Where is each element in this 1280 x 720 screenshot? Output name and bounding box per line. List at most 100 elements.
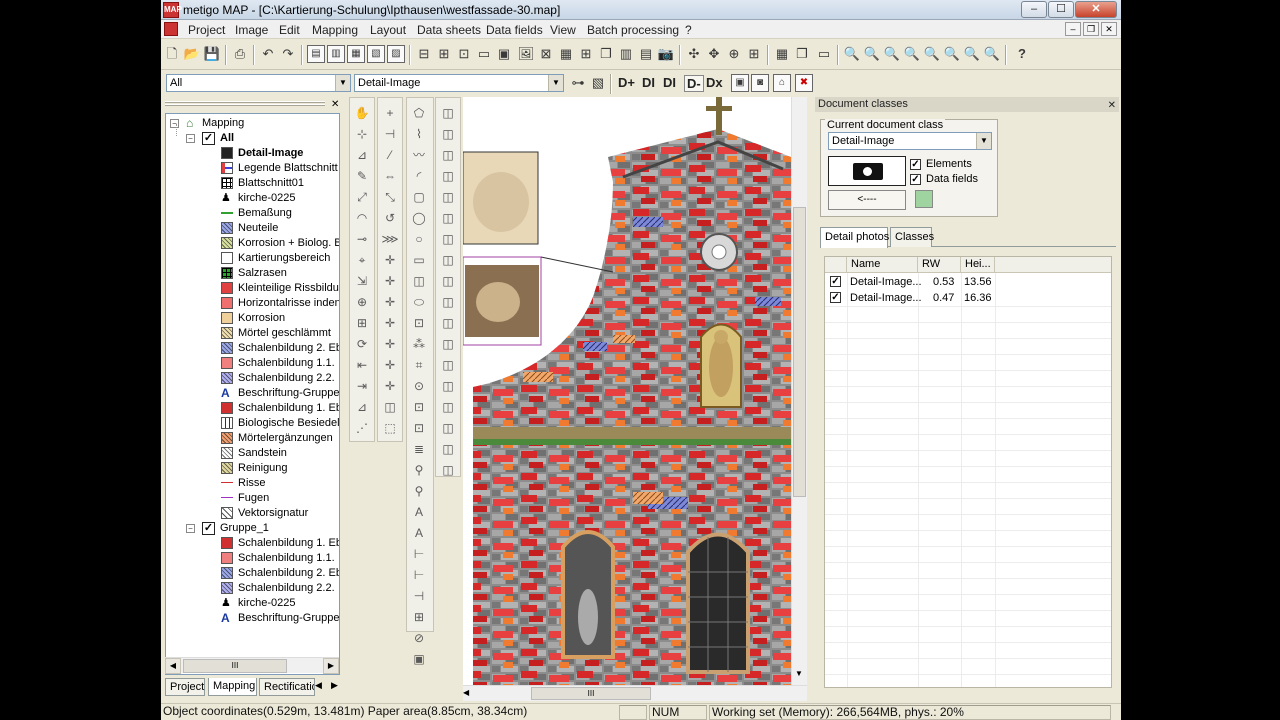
drawing-tool-icon[interactable]: ◫: [439, 272, 457, 290]
link-image-icon[interactable]: ▧: [589, 74, 607, 92]
tree-item[interactable]: Schalenbildung 1.1.: [166, 356, 339, 371]
drawing-tool-icon[interactable]: ◫: [439, 146, 457, 164]
drawing-tool-icon[interactable]: ✛: [381, 356, 399, 374]
tree-item[interactable]: Schalenbildung 2.2.: [166, 371, 339, 386]
drawing-tool-icon[interactable]: ↺: [381, 209, 399, 227]
save-icon[interactable]: 💾: [203, 45, 221, 63]
drawing-tool-icon[interactable]: ⊕: [353, 293, 371, 311]
menu-help[interactable]: ?: [685, 23, 692, 37]
camera-icon[interactable]: 📷: [657, 45, 675, 63]
tree-item[interactable]: Mörtelergänzungen: [166, 431, 339, 446]
drawing-tool-icon[interactable]: ◫: [381, 398, 399, 416]
tree-item[interactable]: Sandstein: [166, 446, 339, 461]
scroll-thumb[interactable]: III: [531, 687, 651, 700]
detail-image-button[interactable]: DI: [663, 75, 676, 90]
tab-rectification[interactable]: Rectificatio: [259, 678, 315, 696]
zoom-window-icon[interactable]: 🔍: [903, 45, 921, 63]
church-facade-image[interactable]: [463, 97, 791, 687]
drawing-tool-icon[interactable]: ◫: [439, 377, 457, 395]
tab-detail-photos[interactable]: Detail photos: [820, 227, 889, 248]
detail-info-button[interactable]: DI: [642, 75, 655, 90]
zoom-in-icon[interactable]: 🔍: [863, 45, 881, 63]
elements-checkbox[interactable]: ✓: [910, 159, 921, 170]
drawing-tool-icon[interactable]: ⊢: [410, 566, 428, 584]
chevron-down-icon[interactable]: ▼: [335, 75, 350, 91]
drawing-tool-icon[interactable]: ⋙: [381, 230, 399, 248]
column-header-name[interactable]: Name: [847, 257, 918, 273]
image-icon[interactable]: 🖼: [517, 45, 535, 63]
drawing-tool-icon[interactable]: ⊿: [353, 146, 371, 164]
drawing-tool-icon[interactable]: ✎: [353, 167, 371, 185]
frame-icon[interactable]: ⊞: [745, 45, 763, 63]
mdi-close-button[interactable]: ✕: [1101, 22, 1117, 36]
drawing-tool-icon[interactable]: ✋: [353, 104, 371, 122]
zoom-100-icon[interactable]: 🔍: [943, 45, 961, 63]
tree-item[interactable]: Schalenbildung 2. Ebene: [166, 566, 339, 581]
tree-item[interactable]: Korrosion + Biolog. Besiedelung: [166, 236, 339, 251]
tree-item[interactable]: Mörtel geschlämmt: [166, 326, 339, 341]
data-sheet-icon[interactable]: [915, 190, 933, 208]
redo-icon[interactable]: ↷: [279, 45, 297, 63]
maximize-button[interactable]: ☐: [1048, 1, 1074, 18]
tab-project[interactable]: Project: [165, 678, 205, 696]
tree-item[interactable]: Risse: [166, 476, 339, 491]
drawing-tool-icon[interactable]: ⊹: [353, 125, 371, 143]
drawing-tool-icon[interactable]: ⬭: [410, 293, 428, 311]
canvas-horizontal-scrollbar[interactable]: ◀ III: [463, 685, 807, 701]
drawing-tool-icon[interactable]: ◫: [439, 104, 457, 122]
drawing-tool-icon[interactable]: ⊡: [410, 314, 428, 332]
scroll-left-icon[interactable]: ◀: [463, 688, 469, 697]
zoom-out-icon[interactable]: 🔍: [883, 45, 901, 63]
tree-item[interactable]: Kleinteilige Rissbildung: [166, 281, 339, 296]
left-pane-close-icon[interactable]: ✕: [331, 99, 339, 110]
align-center-icon[interactable]: ⊞: [435, 45, 453, 63]
menu-data-fields[interactable]: Data fields: [486, 23, 543, 37]
drawing-tool-icon[interactable]: ◫: [439, 230, 457, 248]
drawing-tool-icon[interactable]: ○: [410, 230, 428, 248]
camera-frame-icon[interactable]: ▣: [731, 74, 749, 92]
split-icon[interactable]: ⊕: [725, 45, 743, 63]
drawing-tool-icon[interactable]: ⚲: [410, 461, 428, 479]
tree-group-all[interactable]: − ✓ All: [166, 131, 339, 146]
remove-detail-button[interactable]: D-: [684, 75, 704, 92]
zoom-all-icon[interactable]: 🔍: [923, 45, 941, 63]
tree-item[interactable]: Schalenbildung 1.1.: [166, 551, 339, 566]
tree-item[interactable]: Kartierungsbereich: [166, 251, 339, 266]
scroll-left-icon[interactable]: ◀: [165, 658, 181, 674]
tree-item[interactable]: Schalenbildung 2.2.: [166, 581, 339, 596]
drawing-tool-icon[interactable]: ⤡: [381, 188, 399, 206]
tree-item[interactable]: Schalenbildung 1. Ebene: [166, 401, 339, 416]
photo-icon[interactable]: ◙: [751, 74, 769, 92]
drawing-tool-icon[interactable]: ⇲: [353, 272, 371, 290]
add-detail-button[interactable]: D+: [618, 75, 635, 90]
tree-item[interactable]: Detail-Image: [166, 146, 339, 161]
back-button[interactable]: <----: [828, 190, 906, 210]
drawing-tool-icon[interactable]: ⚲: [410, 482, 428, 500]
panel-close-icon[interactable]: ✕: [1108, 98, 1116, 113]
drawing-tool-icon[interactable]: ◯: [410, 209, 428, 227]
tree-item[interactable]: Neuteile: [166, 221, 339, 236]
tree-item[interactable]: Horizontalrisse inden Verfugungen: [166, 296, 339, 311]
distribute-icon[interactable]: ▭: [475, 45, 493, 63]
drawing-tool-icon[interactable]: ◜: [410, 167, 428, 185]
chart-icon[interactable]: ▥: [617, 45, 635, 63]
table-row[interactable]: ✓ Detail-Image... 0.47 16.36: [825, 290, 1111, 306]
tree-item[interactable]: Legende Blattschnitt Ortho: [166, 161, 339, 176]
drawing-tool-icon[interactable]: ⊡: [410, 398, 428, 416]
drawing-tool-icon[interactable]: ✛: [381, 251, 399, 269]
hierarchy-icon[interactable]: ⊶: [569, 74, 587, 92]
drawing-tool-icon[interactable]: ▣: [410, 650, 428, 668]
house-photo-icon[interactable]: ⌂: [773, 74, 791, 92]
move-icon[interactable]: ✥: [705, 45, 723, 63]
tree-item[interactable]: Schalenbildung 2. Ebene: [166, 341, 339, 356]
tree-item[interactable]: A Beschriftung-Gruppe01: [166, 611, 339, 626]
layer-down-icon[interactable]: ▧: [367, 45, 385, 63]
drawing-tool-icon[interactable]: ▢: [410, 188, 428, 206]
tab-classes[interactable]: Classes: [890, 227, 934, 247]
align-right-icon[interactable]: ⊡: [455, 45, 473, 63]
drawing-tool-icon[interactable]: ✛: [381, 293, 399, 311]
delete-detail-button[interactable]: Dx: [706, 75, 723, 90]
mdi-restore-button[interactable]: ❐: [1083, 22, 1099, 36]
menu-mapping[interactable]: Mapping: [312, 23, 358, 37]
drawing-tool-icon[interactable]: ⊸: [353, 230, 371, 248]
